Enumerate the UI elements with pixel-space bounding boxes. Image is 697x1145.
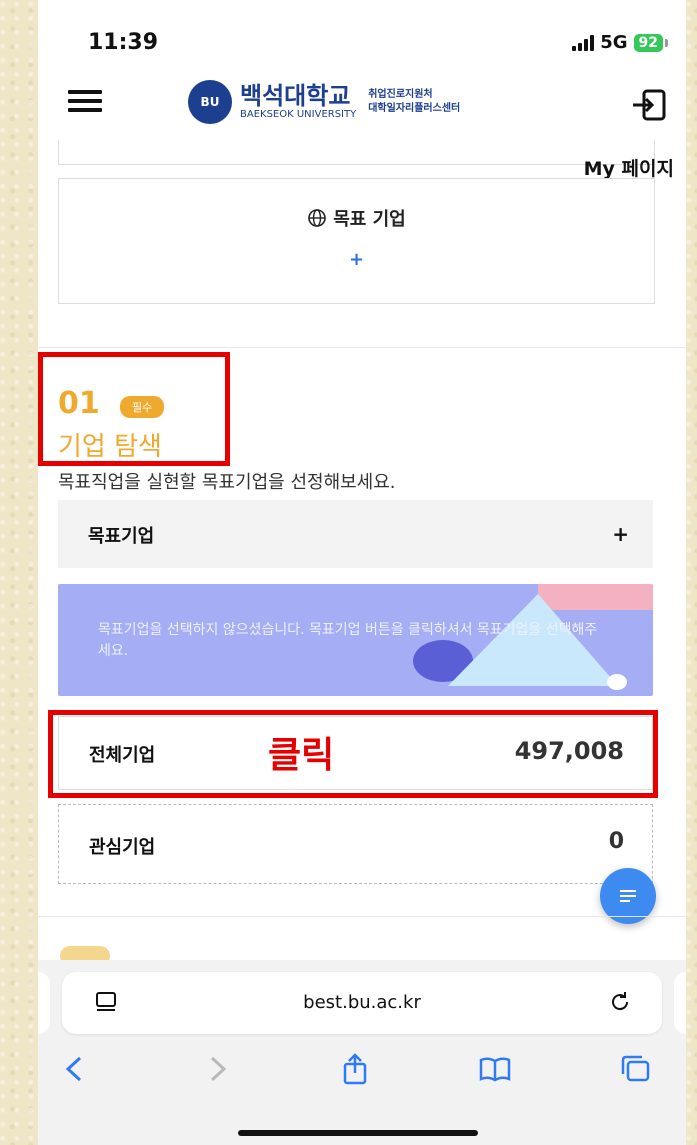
hamburger-icon[interactable] <box>68 90 102 116</box>
status-indicators: 5G 92 <box>572 32 668 53</box>
phone-screen: 11:39 5G 92 BU 백석대학교 BAEKSEOK UNIVERSITY… <box>38 0 686 1145</box>
bookmarks-icon[interactable] <box>478 1052 512 1086</box>
status-time: 11:39 <box>88 30 159 55</box>
empty-target-banner: 목표기업을 선택하지 않으셨습니다. 목표기업 버튼을 클릭하셔서 목표기업을 … <box>58 584 653 696</box>
mypage-label[interactable]: My 페이지 <box>584 154 674 181</box>
login-icon[interactable] <box>630 86 668 124</box>
document-icon <box>620 887 636 905</box>
logo-emblem: BU <box>188 80 232 124</box>
address-bar[interactable]: best.bu.ac.kr <box>62 972 662 1034</box>
banner-decoration-dot <box>607 674 627 690</box>
previous-card <box>58 140 655 165</box>
share-icon[interactable] <box>338 1052 372 1086</box>
home-indicator <box>238 1130 478 1136</box>
university-name-ko: 백석대학교 <box>240 82 351 110</box>
interest-companies-count: 0 <box>608 829 624 854</box>
step-description: 목표직업을 실현할 목표기업을 선정해보세요. <box>58 472 396 493</box>
site-header: BU 백석대학교 BAEKSEOK UNIVERSITY 취업진로지원처 대학일… <box>38 70 686 141</box>
reload-icon[interactable] <box>608 990 632 1014</box>
interest-companies-row[interactable]: 관심기업 0 <box>58 804 653 884</box>
next-step-peek <box>60 946 110 960</box>
tabs-icon[interactable] <box>618 1052 652 1086</box>
signal-icon <box>572 34 595 51</box>
target-company-add-button[interactable]: + <box>612 522 629 546</box>
globe-icon <box>308 209 327 227</box>
university-name-en: BAEKSEOK UNIVERSITY <box>240 109 357 120</box>
highlight-box-all-companies <box>48 710 658 798</box>
university-logo[interactable]: BU 백석대학교 BAEKSEOK UNIVERSITY 취업진로지원처 대학일… <box>188 80 460 124</box>
network-label: 5G <box>600 32 628 53</box>
target-company-label: 목표기업 <box>88 526 155 547</box>
back-icon[interactable] <box>58 1052 92 1086</box>
goal-company-title: 목표 기업 <box>59 205 654 231</box>
step-number: 01 <box>58 386 100 421</box>
goal-company-add-button[interactable]: + <box>59 249 654 270</box>
browser-toolbar <box>38 1052 686 1092</box>
url-text: best.bu.ac.kr <box>303 992 421 1013</box>
next-tab-peek[interactable] <box>674 972 686 1034</box>
status-bar: 11:39 5G 92 <box>38 0 686 70</box>
battery-tip <box>665 38 668 47</box>
target-company-row[interactable]: 목표기업 + <box>58 500 653 568</box>
department-name: 취업진로지원처 대학일자리플러스센터 <box>368 89 461 114</box>
required-badge: 필수 <box>120 396 165 418</box>
step-title: 기업 탐색 <box>58 432 162 462</box>
goal-company-card: 목표 기업 + <box>58 178 655 304</box>
prev-tab-peek[interactable] <box>38 972 50 1034</box>
interest-companies-label: 관심기업 <box>89 837 156 858</box>
battery-icon: 92 <box>633 33 663 52</box>
section-divider-2 <box>38 916 686 917</box>
banner-message: 목표기업을 선택하지 않으셨습니다. 목표기업 버튼을 클릭하셔서 목표기업을 … <box>98 622 598 659</box>
main-content: My 페이지 목표 기업 + 01 필수 기업 탐색 목표직업을 실현할 목표기… <box>38 140 686 960</box>
browser-chrome: best.bu.ac.kr <box>38 960 686 1145</box>
section-divider <box>38 347 686 348</box>
forward-icon[interactable] <box>200 1052 234 1086</box>
